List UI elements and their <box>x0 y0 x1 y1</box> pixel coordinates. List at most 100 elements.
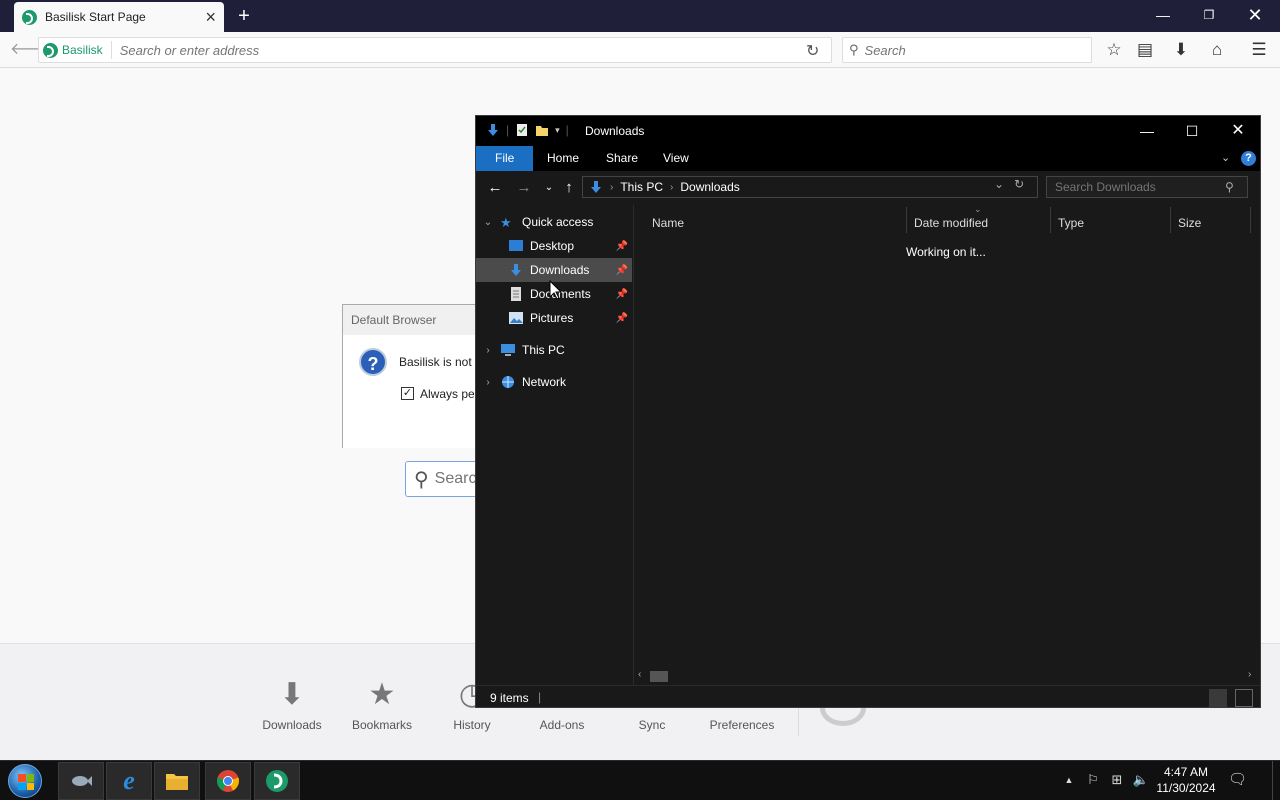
search-input[interactable] <box>864 42 1075 58</box>
explorer-close-button[interactable]: ✕ <box>1215 116 1260 146</box>
menu-hamburger-icon[interactable]: ☰ <box>1246 40 1272 60</box>
action-center-icon[interactable]: ⚐ <box>1084 771 1102 789</box>
home-icon[interactable]: ⌂ <box>1204 40 1230 60</box>
bookmarks-menu-icon[interactable]: ▤ <box>1132 40 1158 60</box>
recent-locations-icon[interactable]: ⌄ <box>539 182 559 193</box>
launcher-label: Preferences <box>709 718 775 732</box>
forward-arrow-icon[interactable]: → <box>514 179 534 196</box>
scroll-left-icon[interactable]: ‹ <box>638 669 641 680</box>
explorer-minimize-button[interactable]: — <box>1124 116 1170 146</box>
taskbar-basilisk[interactable] <box>254 762 300 800</box>
new-folder-icon[interactable] <box>535 123 549 137</box>
site-identity[interactable]: Basilisk <box>43 41 112 59</box>
column-divider[interactable] <box>1250 207 1251 233</box>
nav-label: Pictures <box>530 311 574 325</box>
new-tab-button[interactable]: + <box>234 4 254 28</box>
search-icon: ⚲ <box>1225 180 1234 194</box>
launcher-bookmarks[interactable]: ★ Bookmarks <box>342 676 422 733</box>
explorer-title-bar: | ▾ | Downloads — ☐ ✕ <box>476 116 1260 146</box>
scrollbar-thumb[interactable] <box>650 671 668 682</box>
browser-minimize-button[interactable]: — <box>1140 0 1186 30</box>
start-button[interactable] <box>8 764 42 798</box>
desktop-icon <box>509 240 523 251</box>
tab-file[interactable]: File <box>476 146 534 171</box>
column-header-size[interactable]: Size <box>1178 211 1201 235</box>
question-icon: ? <box>359 348 387 376</box>
column-divider[interactable] <box>1050 207 1051 233</box>
pin-icon: 📌 <box>615 264 628 276</box>
computer-icon <box>501 344 515 356</box>
help-icon[interactable]: ? <box>1241 151 1256 166</box>
launcher-downloads[interactable]: ⬇ Downloads <box>252 676 332 733</box>
tab-close-icon[interactable]: × <box>205 8 216 26</box>
expanded-chevron-icon[interactable]: ⌄ <box>476 217 500 228</box>
show-desktop-button[interactable] <box>1272 761 1280 800</box>
download-arrow-icon <box>511 264 521 276</box>
pin-icon: 📌 <box>615 312 628 324</box>
back-arrow-icon[interactable]: ← <box>485 179 505 196</box>
notifications-icon[interactable]: 🗨 <box>1228 771 1247 789</box>
nav-quick-access[interactable]: ⌄ ★ Quick access <box>476 210 632 234</box>
horizontal-scrollbar[interactable]: ‹ › <box>634 668 1260 684</box>
search-icon: ⚲ <box>849 42 859 57</box>
taskbar: e ▲ ⚐ ⊞ 🔈 4:47 AM 11/30/2024 🗨 <box>0 760 1280 800</box>
show-hidden-icons-icon[interactable]: ▲ <box>1060 771 1078 789</box>
bookmark-star-icon[interactable]: ☆ <box>1101 40 1127 60</box>
column-divider[interactable] <box>906 207 907 233</box>
collapsed-chevron-icon[interactable]: › <box>476 345 500 356</box>
volume-muted-icon[interactable]: 🔈 <box>1132 771 1150 789</box>
taskbar-app-fish[interactable] <box>58 762 104 800</box>
address-dropdown-icon[interactable]: ⌄ <box>994 177 1004 191</box>
reload-icon[interactable]: ↻ <box>806 41 819 61</box>
scroll-right-icon[interactable]: › <box>1248 669 1251 680</box>
customize-toolbar-icon[interactable]: ▾ <box>555 125 560 136</box>
taskbar-internet-explorer[interactable]: e <box>106 762 152 800</box>
nav-pictures[interactable]: Pictures 📌 <box>476 306 632 330</box>
back-button[interactable]: 🡐 <box>10 40 53 60</box>
search-bar[interactable]: ⚲ <box>842 37 1092 63</box>
refresh-icon[interactable]: ↻ <box>1014 177 1024 191</box>
download-arrow-icon: ⬇ <box>279 677 305 711</box>
large-icons-view-icon[interactable] <box>1235 689 1253 707</box>
nav-desktop[interactable]: Desktop 📌 <box>476 234 632 258</box>
browser-close-button[interactable]: ✕ <box>1232 0 1278 30</box>
explorer-search-box[interactable]: ⚲ <box>1046 176 1248 198</box>
ribbon-expand-icon[interactable]: ⌄ <box>1221 151 1230 164</box>
tab-view[interactable]: View <box>649 146 703 171</box>
address-breadcrumb[interactable]: › This PC › Downloads <box>582 176 1038 198</box>
collapsed-chevron-icon[interactable]: › <box>476 377 500 388</box>
downloads-icon[interactable]: ⬇ <box>1168 40 1194 60</box>
column-divider[interactable] <box>1170 207 1171 233</box>
checkbox-label: Always per <box>420 387 479 401</box>
explorer-search-input[interactable] <box>1055 180 1225 194</box>
url-input[interactable] <box>119 42 780 58</box>
explorer-maximize-button[interactable]: ☐ <box>1169 116 1215 146</box>
tab-home[interactable]: Home <box>533 146 593 171</box>
chrome-icon <box>217 770 239 792</box>
status-bar: 9 items | <box>476 685 1260 707</box>
url-bar[interactable]: Basilisk <box>38 37 832 63</box>
taskbar-file-explorer[interactable] <box>154 762 200 800</box>
clock[interactable]: 4:47 AM 11/30/2024 <box>1156 764 1216 796</box>
nav-this-pc[interactable]: › This PC <box>476 338 632 362</box>
network-icon[interactable]: ⊞ <box>1108 771 1126 789</box>
properties-icon[interactable] <box>515 123 529 137</box>
nav-network[interactable]: › Network <box>476 370 632 394</box>
always-check-checkbox[interactable]: ✓ <box>401 387 414 400</box>
breadcrumb-downloads[interactable]: Downloads <box>680 180 739 194</box>
column-header-type[interactable]: Type <box>1058 211 1084 235</box>
folder-icon <box>166 774 188 790</box>
dialog-message: Basilisk is not c <box>399 355 482 369</box>
taskbar-chrome[interactable] <box>205 762 251 800</box>
clock-date: 11/30/2024 <box>1156 781 1216 795</box>
details-view-icon[interactable] <box>1209 689 1227 707</box>
tab-share[interactable]: Share <box>592 146 652 171</box>
nav-downloads[interactable]: Downloads 📌 <box>476 258 632 282</box>
browser-restore-button[interactable]: ❐ <box>1186 0 1232 30</box>
windows-logo-icon <box>18 774 34 790</box>
up-arrow-icon[interactable]: ↑ <box>559 179 579 196</box>
tab-basilisk-start-page[interactable]: Basilisk Start Page × <box>14 2 224 32</box>
breadcrumb-this-pc[interactable]: This PC <box>620 180 663 194</box>
column-header-name[interactable]: Name <box>652 211 684 235</box>
basilisk-logo-icon <box>266 770 288 792</box>
